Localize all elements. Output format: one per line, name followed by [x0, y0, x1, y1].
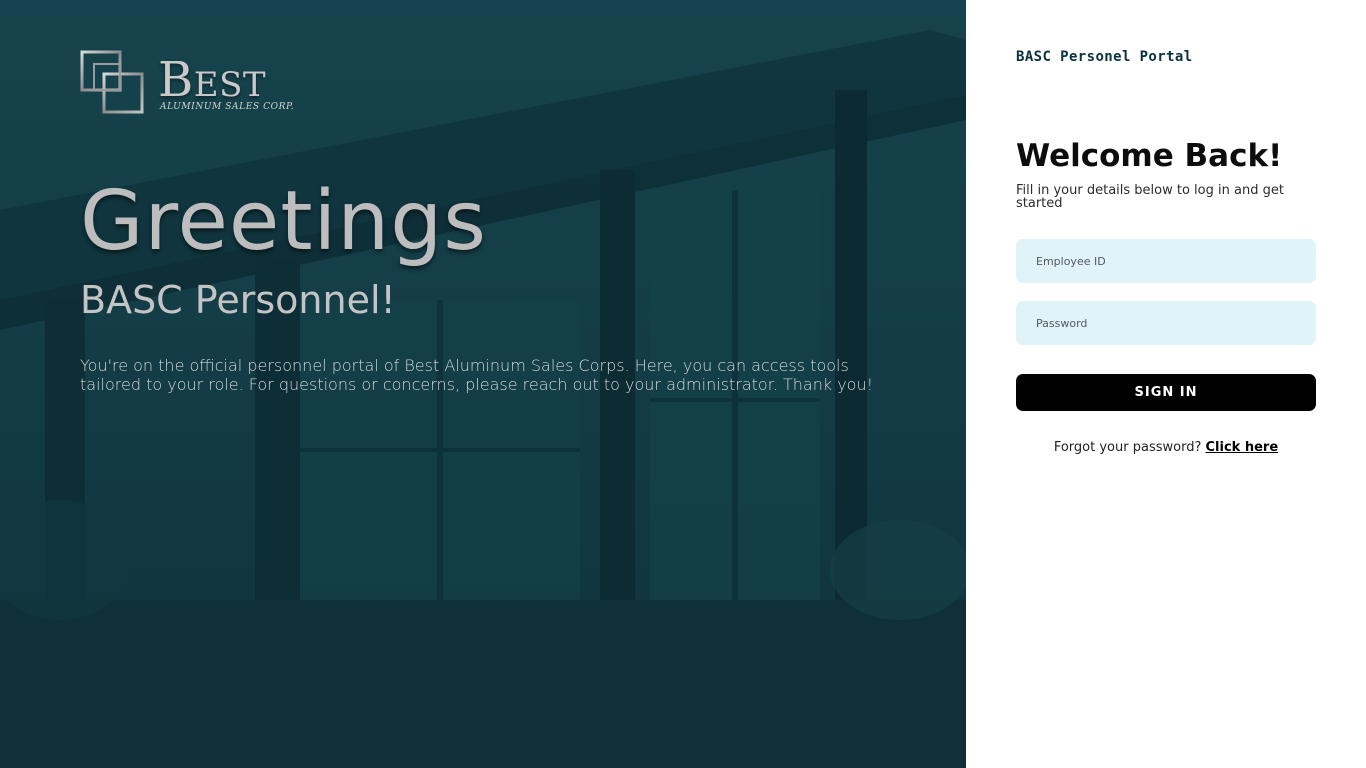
forgot-password-link[interactable]: Click here — [1206, 440, 1279, 455]
sign-in-button[interactable]: SIGN IN — [1016, 374, 1316, 411]
welcome-heading: Welcome Back! — [1016, 138, 1283, 174]
intro-paragraph: You're on the official personnel portal … — [80, 356, 874, 394]
forgot-password-row: Forgot your password? Click here — [1016, 440, 1316, 455]
login-panel: BASC Personel Portal Welcome Back! Fill … — [966, 0, 1366, 768]
employee-id-input[interactable] — [1016, 239, 1316, 283]
company-logo: BEST ALUMINUM SALES CORP. — [80, 50, 310, 120]
greeting-heading: Greetings — [80, 174, 488, 269]
logo-tagline: ALUMINUM SALES CORP. — [160, 102, 295, 112]
forgot-password-text: Forgot your password? — [1053, 440, 1202, 455]
hero-panel: BEST ALUMINUM SALES CORP. Greetings BASC… — [0, 0, 966, 768]
greeting-subheading: BASC Personnel! — [80, 278, 396, 322]
logo-wordmark: BEST — [158, 52, 267, 108]
welcome-subtext: Fill in your details below to log in and… — [1016, 183, 1284, 211]
portal-title: BASC Personel Portal — [1016, 49, 1193, 65]
overlapping-squares-logo-icon — [80, 50, 144, 114]
password-input[interactable] — [1016, 301, 1316, 345]
